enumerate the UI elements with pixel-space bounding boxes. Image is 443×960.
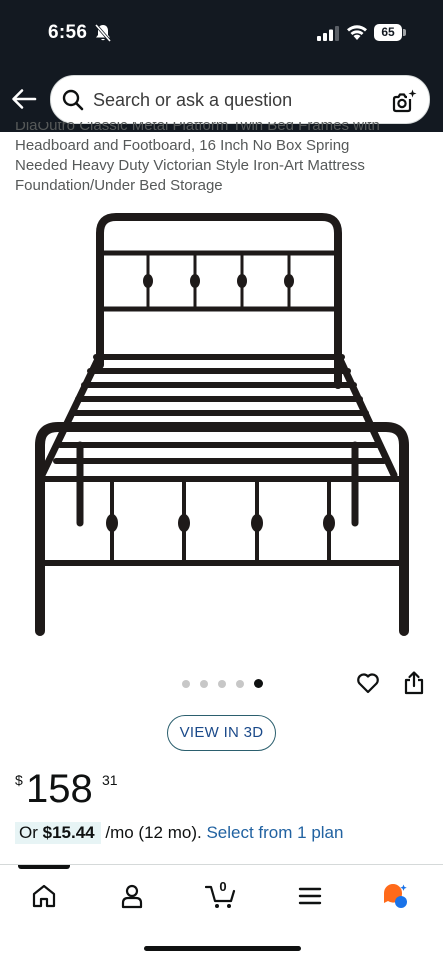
installment-badge: Or $15.44 [15,822,101,844]
price-whole: 158 [26,767,93,811]
battery-level: 65 [374,24,402,41]
product-image[interactable] [22,205,422,645]
rufus-icon[interactable] [382,883,408,909]
installment-term: /mo (12 mo). [105,823,202,842]
carousel-dot-active[interactable] [254,679,263,688]
cart-count: 0 [219,879,227,894]
battery-indicator: 65 [374,24,406,41]
account-icon[interactable] [119,883,145,909]
installment-amount: $15.44 [42,823,95,842]
heart-icon[interactable] [355,670,381,696]
product-title: DiaOutro Classic Metal Platform Twin Bed… [15,122,435,196]
bottom-nav: 0 [0,864,443,960]
image-carousel-dots[interactable] [182,678,268,690]
carousel-dot[interactable] [218,680,226,688]
status-time: 6:56 [48,22,88,43]
status-bar: 6:56 65 [0,0,443,62]
carousel-dot[interactable] [236,680,244,688]
bell-muted-icon [94,24,112,42]
home-icon[interactable] [31,883,57,909]
title-line: Foundation/Under Bed Storage [15,177,223,194]
view-in-3d-button[interactable]: VIEW IN 3D [167,715,276,751]
search-input[interactable]: Search or ask a question [50,75,430,124]
home-indicator [144,946,301,951]
carousel-dot[interactable] [182,680,190,688]
price-fraction: 31 [102,772,118,788]
price-currency: $ [15,772,23,788]
select-plan-link[interactable]: Select from 1 plan [206,823,343,842]
title-line-cut: DiaOutro Classic Metal Platform Twin Bed… [15,122,380,134]
menu-icon[interactable] [297,883,323,909]
title-line: Headboard and Footboard, 16 Inch No Box … [15,137,350,154]
carousel-dot[interactable] [200,680,208,688]
search-placeholder: Search or ask a question [93,90,293,110]
camera-search-icon[interactable] [391,88,417,114]
wifi-icon [347,25,367,40]
installment-offer: Or $15.44 /mo (12 mo). Select from 1 pla… [15,822,343,844]
signal-icon [317,26,339,41]
back-arrow-icon[interactable] [10,87,38,111]
share-icon[interactable] [402,670,426,696]
nav-active-indicator [18,865,70,869]
search-icon [62,89,84,111]
battery-cap [403,29,406,36]
title-line: Needed Heavy Duty Victorian Style Iron-A… [15,157,365,174]
